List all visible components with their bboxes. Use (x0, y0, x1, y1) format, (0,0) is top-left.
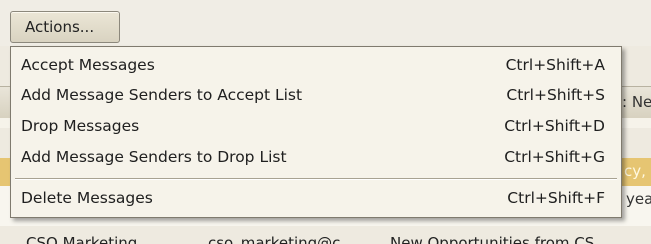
menu-item-accept-messages[interactable]: Accept Messages Ctrl+Shift+A (11, 50, 621, 80)
toolbar: Actions... (0, 0, 651, 46)
menu-item-label: Delete Messages (21, 189, 153, 207)
menu-item-label: Add Message Senders to Accept List (21, 86, 303, 104)
menu-item-drop-messages[interactable]: Drop Messages Ctrl+Shift+D (11, 111, 621, 141)
actions-button[interactable]: Actions... (10, 11, 120, 43)
menu-item-label: Add Message Senders to Drop List (21, 148, 287, 166)
menu-item-label: Drop Messages (21, 117, 140, 135)
message-row-bottom[interactable]: CSO Marketing cso_marketing@c New Opport… (0, 232, 651, 244)
header-fragment: : Ne (622, 93, 651, 111)
menu-item-shortcut: Ctrl+Shift+G (504, 148, 605, 166)
menu-item-add-drop-list[interactable]: Add Message Senders to Drop List Ctrl+Sh… (11, 142, 621, 172)
row-fragment: yea (626, 190, 651, 208)
menu-item-shortcut: Ctrl+Shift+D (504, 117, 605, 135)
menu-item-shortcut: Ctrl+Shift+F (507, 189, 605, 207)
menu-item-delete-messages[interactable]: Delete Messages Ctrl+Shift+F (11, 183, 621, 213)
menu-item-label: Accept Messages (21, 56, 155, 74)
menu-item-shortcut: Ctrl+Shift+S (506, 86, 605, 104)
menu-item-shortcut: Ctrl+Shift+A (505, 56, 605, 74)
sender-cell: CSO Marketing (26, 234, 138, 244)
actions-menu: Accept Messages Ctrl+Shift+A Add Message… (10, 46, 622, 218)
selected-row-fragment: cy, (624, 162, 646, 180)
subject-cell: New Opportunities from CS (390, 234, 595, 244)
menu-separator (15, 178, 617, 180)
email-cell: cso_marketing@c (208, 234, 341, 244)
menu-item-add-accept-list[interactable]: Add Message Senders to Accept List Ctrl+… (11, 80, 621, 110)
